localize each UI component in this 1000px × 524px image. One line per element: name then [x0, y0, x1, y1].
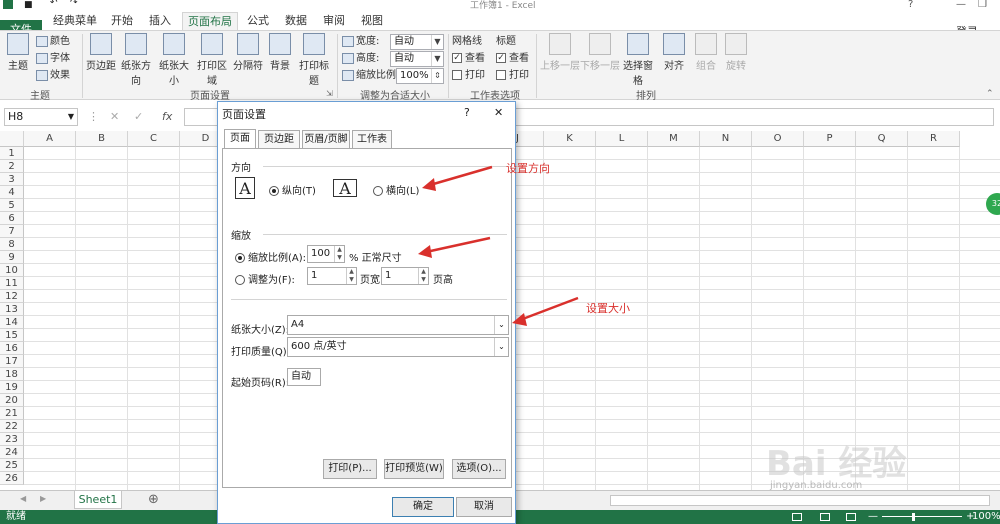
annotation-size-text: 设置大小 [586, 302, 630, 315]
excel-window: ■ ↶ ↷ 工作簿1 - Excel ? — ❐ 文件 经典菜单 开始 插入 页… [0, 0, 1000, 524]
annotation-orientation-text: 设置方向 [506, 162, 550, 175]
baidu-watermark: Bai 经验 [766, 444, 907, 484]
watermark-url: jingyan.baidu.com [770, 480, 863, 491]
annotation-arrow-orientation [422, 165, 493, 191]
annotation-arrow-size [512, 296, 579, 326]
annotation-arrow-scale [418, 236, 491, 258]
